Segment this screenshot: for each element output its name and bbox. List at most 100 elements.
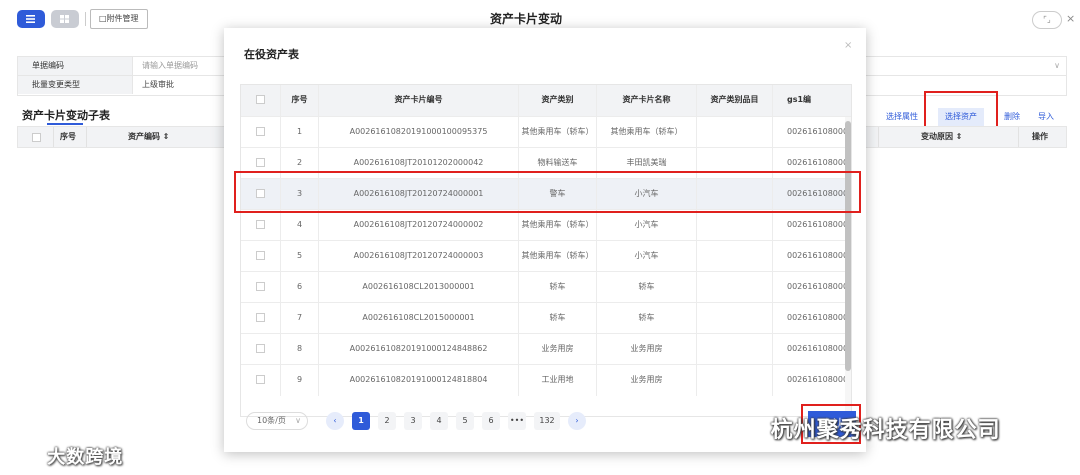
table-row[interactable]: 6 A002616108CL2013000001 轿车 轿车 002616108000 — [241, 271, 851, 303]
row-card-code: A00261610820191000124818804 — [319, 365, 519, 396]
row-seq: 9 — [281, 365, 319, 396]
page-ellipsis-button[interactable]: ••• — [508, 412, 526, 430]
grid-icon — [60, 15, 69, 23]
row-select-cell — [241, 210, 281, 241]
row-checkbox[interactable] — [256, 375, 265, 384]
row-card-name: 小汽车 — [597, 210, 697, 241]
menu-button[interactable] — [17, 10, 45, 28]
attachment-manage-button[interactable]: □附件管理 — [90, 9, 148, 29]
page-size-value: 10条/页 — [257, 416, 286, 425]
row-checkbox[interactable] — [256, 127, 265, 136]
row-card-name: 其他乘用车（轿车） — [597, 117, 697, 148]
modal-close-icon[interactable]: × — [844, 40, 852, 51]
select-all-cell — [241, 85, 281, 116]
row-category-item — [697, 334, 773, 365]
next-page-button[interactable]: › — [568, 412, 586, 430]
row-card-code: A00261610820191000100095375 — [319, 117, 519, 148]
chat-bubble-icon — [12, 448, 37, 464]
page-size-select[interactable]: 10条/页 ∨ — [246, 412, 308, 430]
prev-page-button[interactable]: ‹ — [326, 412, 344, 430]
table-row[interactable]: 9 A00261610820191000124818804 工业用地 业务用房 0026… — [241, 364, 851, 396]
menu-icon — [26, 15, 35, 23]
row-seq: 7 — [281, 303, 319, 334]
row-category-item — [697, 210, 773, 241]
select-attribute-button[interactable]: 选择属性 — [886, 108, 918, 126]
change-type-value[interactable]: 上级审批 — [142, 76, 174, 94]
row-gs1: 002616108000 — [787, 375, 849, 384]
delete-button[interactable]: 删除 — [1004, 108, 1020, 126]
active-asset-modal: 在役资产表 × 序号 资产卡片编号 资产类别 资产卡片名称 资产类别品目 gs1… — [224, 28, 866, 452]
row-checkbox[interactable] — [256, 313, 265, 322]
col-card-code: 资产卡片编号 — [319, 85, 519, 116]
subtable-col-change-reason[interactable]: 变动原因 ⇕ — [921, 127, 963, 147]
row-select-cell — [241, 272, 281, 303]
modal-title: 在役资产表 — [244, 48, 299, 61]
page-button-last[interactable]: 132 — [534, 412, 560, 430]
select-all-checkbox[interactable] — [256, 95, 265, 104]
watermark-right: 杭州聚秀科技有限公司 — [726, 412, 1001, 444]
subtable-select-all-checkbox[interactable] — [32, 133, 41, 142]
page-button-2[interactable]: 2 — [378, 412, 396, 430]
row-select-cell — [241, 117, 281, 148]
table-row[interactable]: 1 A00261610820191000100095375 其他乘用车（轿车） 其他乘… — [241, 116, 851, 148]
row-card-code: A002616108JT20120724000002 — [319, 210, 519, 241]
scrollbar-thumb[interactable] — [845, 121, 851, 371]
row-card-code: A002616108CL2013000001 — [319, 272, 519, 303]
row-seq: 8 — [281, 334, 319, 365]
asset-table: 序号 资产卡片编号 资产类别 资产卡片名称 资产类别品目 gs1编 1 A0026… — [240, 84, 852, 417]
row-checkbox[interactable] — [256, 220, 265, 229]
row-category-item — [697, 241, 773, 272]
table-row[interactable]: 7 A002616108CL2015000001 轿车 轿车 002616108000 — [241, 302, 851, 334]
row-gs1: 002616108000 — [787, 251, 849, 260]
page-button-3[interactable]: 3 — [404, 412, 422, 430]
fullscreen-button[interactable]: ⌜⌟ — [1032, 11, 1062, 29]
column-divider — [86, 127, 87, 147]
col-card-name: 资产卡片名称 — [597, 85, 697, 116]
change-type-label: 批量变更类型 — [18, 76, 133, 94]
row-select-cell — [241, 241, 281, 272]
row-category: 其他乘用车（轿车） — [519, 210, 597, 241]
row-seq: 4 — [281, 210, 319, 241]
watermark-left: 大数跨境 — [10, 443, 123, 469]
subtable-col-asset-code[interactable]: 资产编码 ⇕ — [128, 127, 170, 147]
page-button-4[interactable]: 4 — [430, 412, 448, 430]
subtable-col-seq: 序号 — [60, 132, 76, 141]
row-gs1: 002616108000 — [787, 282, 849, 291]
row-card-name: 业务用房 — [597, 334, 697, 365]
row-seq: 6 — [281, 272, 319, 303]
row-category-item — [697, 272, 773, 303]
page-button-6[interactable]: 6 — [482, 412, 500, 430]
row-card-name: 小汽车 — [597, 241, 697, 272]
table-row[interactable]: 8 A00261610820191000124848862 业务用房 业务用房 0026… — [241, 333, 851, 365]
page-button-5[interactable]: 5 — [456, 412, 474, 430]
close-icon[interactable]: × — [1066, 12, 1075, 25]
vertical-scrollbar[interactable] — [845, 117, 851, 416]
subtable-col-operation: 操作 — [1032, 132, 1048, 141]
table-row[interactable]: 4 A002616108JT20120724000002 其他乘用车（轿车） 小汽车 0… — [241, 209, 851, 241]
page-button-1[interactable]: 1 — [352, 412, 370, 430]
row-card-name: 轿车 — [597, 303, 697, 334]
row-seq: 5 — [281, 241, 319, 272]
row-card-code: A00261610820191000124848862 — [319, 334, 519, 365]
row-checkbox[interactable] — [256, 344, 265, 353]
chevron-down-icon[interactable]: ∨ — [1054, 57, 1060, 75]
grid-view-button[interactable] — [51, 10, 79, 28]
row-gs1: 002616108000 — [787, 127, 849, 136]
table-row[interactable]: 5 A002616108JT20120724000003 其他乘用车（轿车） 小汽车 0… — [241, 240, 851, 272]
asset-table-header: 序号 资产卡片编号 资产类别 资产卡片名称 资产类别品目 gs1编 — [241, 85, 851, 116]
row-checkbox[interactable] — [256, 282, 265, 291]
import-button[interactable]: 导入 — [1038, 108, 1054, 126]
row-select-cell — [241, 303, 281, 334]
column-divider — [878, 127, 879, 147]
row-checkbox[interactable] — [256, 251, 265, 260]
doc-code-input[interactable]: 请输入单据编码 — [142, 57, 198, 75]
row-card-name: 业务用房 — [597, 365, 697, 396]
row-category: 工业用地 — [519, 365, 597, 396]
row-select-cell — [241, 334, 281, 365]
col-category-item: 资产类别品目 — [697, 85, 773, 116]
row-category-item — [697, 365, 773, 396]
row-checkbox[interactable] — [256, 158, 265, 167]
row-category: 业务用房 — [519, 334, 597, 365]
watermark-right-text: 杭州聚秀科技有限公司 — [770, 418, 1001, 443]
row-card-code: A002616108JT20120724000003 — [319, 241, 519, 272]
